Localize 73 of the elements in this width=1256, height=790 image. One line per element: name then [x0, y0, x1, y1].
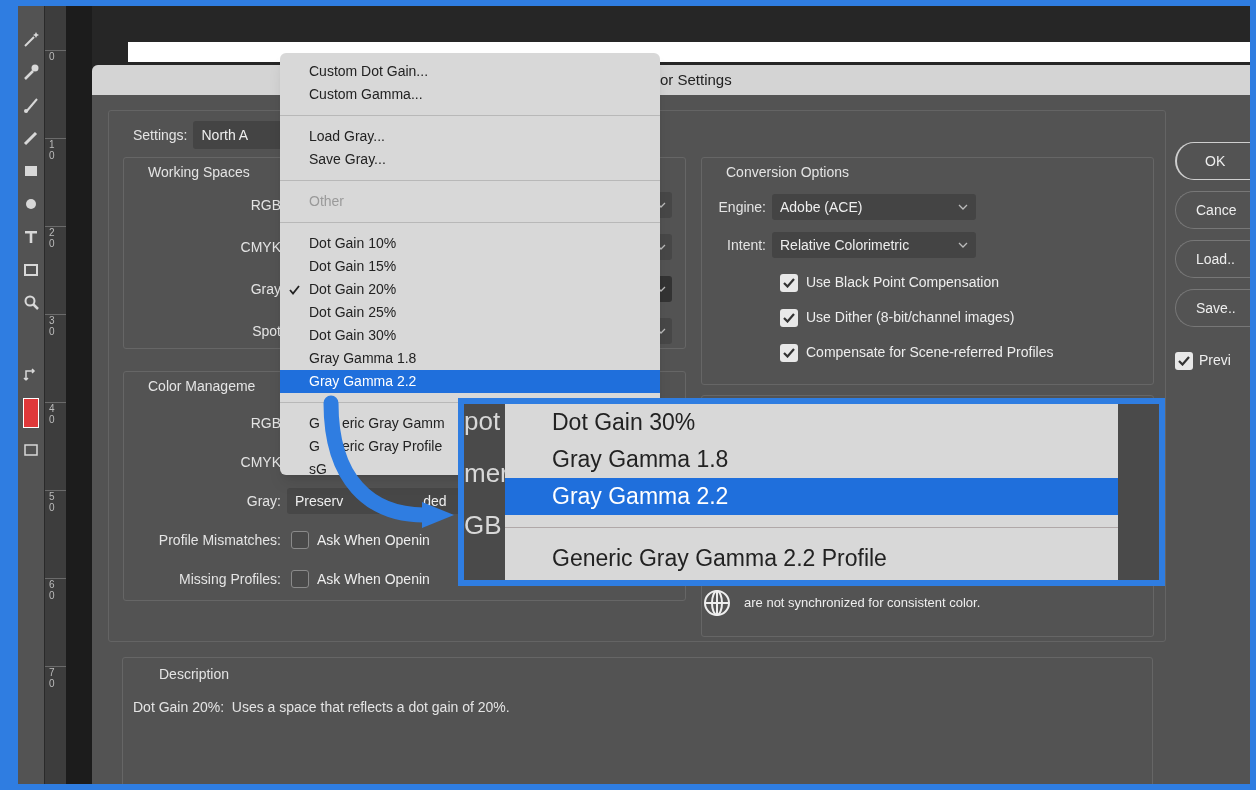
field-label: CMYK [239, 237, 282, 257]
menu-item[interactable]: Custom Dot Gain... [280, 60, 660, 83]
checkbox[interactable] [780, 308, 798, 327]
field-label: Profile Mismatches: [157, 530, 282, 550]
checkbox-label: Ask When Openin [317, 569, 430, 589]
menu-item[interactable]: Load Gray... [280, 125, 660, 148]
chevron-down-icon [958, 242, 968, 248]
menu-item[interactable]: Save Gray... [280, 148, 660, 171]
conversion-select[interactable]: Adobe (ACE) [772, 194, 976, 220]
menu-item[interactable]: Custom Gamma... [280, 83, 660, 106]
field-label: Spot [251, 321, 282, 341]
checkmark-icon [289, 284, 300, 295]
dialog-button[interactable]: OK [1175, 142, 1250, 180]
select-value: Adobe (ACE) [780, 197, 863, 217]
menu-item[interactable]: Gray Gamma 1.8 [280, 347, 660, 370]
description-title: Description [158, 665, 231, 684]
ruler-label: 40 [49, 403, 56, 425]
ruler-label: 50 [49, 491, 56, 513]
menu-item[interactable]: Dot Gain 10% [280, 232, 660, 255]
zoom-icon[interactable] [22, 294, 40, 312]
pencil-icon[interactable] [22, 129, 40, 147]
magnified-label: pot [464, 405, 502, 434]
ruler-label: 20 [49, 227, 56, 249]
ruler-label: 0 [49, 51, 56, 62]
field-label: Missing Profiles: [178, 569, 282, 589]
group-title: Conversion Options [726, 163, 849, 182]
field-label: RGB [249, 195, 282, 215]
checkbox-label: Previ [1199, 351, 1231, 370]
select-value: Relative Colorimetric [780, 235, 910, 255]
magic-wand-icon[interactable] [22, 30, 40, 48]
chevron-down-icon [958, 204, 968, 210]
eyedropper-icon[interactable] [22, 63, 40, 81]
conversion-select[interactable]: Relative Colorimetric [772, 232, 976, 258]
checkbox[interactable] [291, 570, 309, 588]
menu-item[interactable]: Gray Gamma 2.2 [280, 370, 660, 393]
sync-notice: are not synchronized for consistent color. [744, 594, 981, 613]
field-label: Engine: [717, 197, 767, 217]
checkbox-label: Use Black Point Compensation [806, 273, 999, 292]
checkbox[interactable] [780, 273, 798, 292]
checkbox[interactable] [780, 343, 798, 362]
globe-icon [702, 588, 732, 618]
field-label: Intent: [726, 235, 767, 255]
checkbox[interactable] [1175, 351, 1193, 370]
description-text: Dot Gain 20%: Uses a space that reflects a dot gain of 20%. [133, 698, 511, 717]
ruler-label: 60 [49, 579, 56, 601]
menu-item[interactable]: Dot Gain 30% [280, 324, 660, 347]
settings-label: Settings: [133, 125, 188, 145]
checkbox[interactable] [291, 531, 309, 549]
ruler-label: 70 [49, 667, 56, 689]
text-tool-icon[interactable] [22, 228, 40, 246]
dialog-title: or Settings [660, 69, 732, 90]
field-label: RGB [249, 413, 282, 433]
menu-item[interactable]: Dot Gain 15% [280, 255, 660, 278]
menu-header: Other [309, 192, 344, 211]
select-value: Preserv [295, 491, 344, 511]
menu-item[interactable]: Dot Gain 25% [280, 301, 660, 324]
field-label: Gray [249, 279, 282, 299]
field-label: CMYK [239, 452, 282, 472]
rectangle-icon[interactable] [22, 261, 40, 279]
ruler-label: 30 [49, 315, 56, 337]
brush-icon[interactable] [22, 96, 40, 114]
checkbox-label: Use Dither (8-bit/channel images) [806, 308, 1015, 327]
magnified-label: GB [464, 509, 503, 538]
color-swatch[interactable] [23, 398, 39, 428]
ruler-label: 10 [49, 139, 56, 161]
screen-mode-icon[interactable] [23, 443, 39, 459]
checkbox-label: Compensate for Scene-referred Profiles [806, 343, 1054, 362]
group-title: Color Manageme [148, 377, 256, 396]
menu-item[interactable]: Dot Gain 20% [280, 278, 660, 301]
group-title: Working Spaces [148, 163, 250, 182]
magnified-label: mer [464, 457, 505, 486]
field-label: Gray: [245, 491, 282, 511]
checkbox-label: Ask When Openin [317, 530, 430, 550]
